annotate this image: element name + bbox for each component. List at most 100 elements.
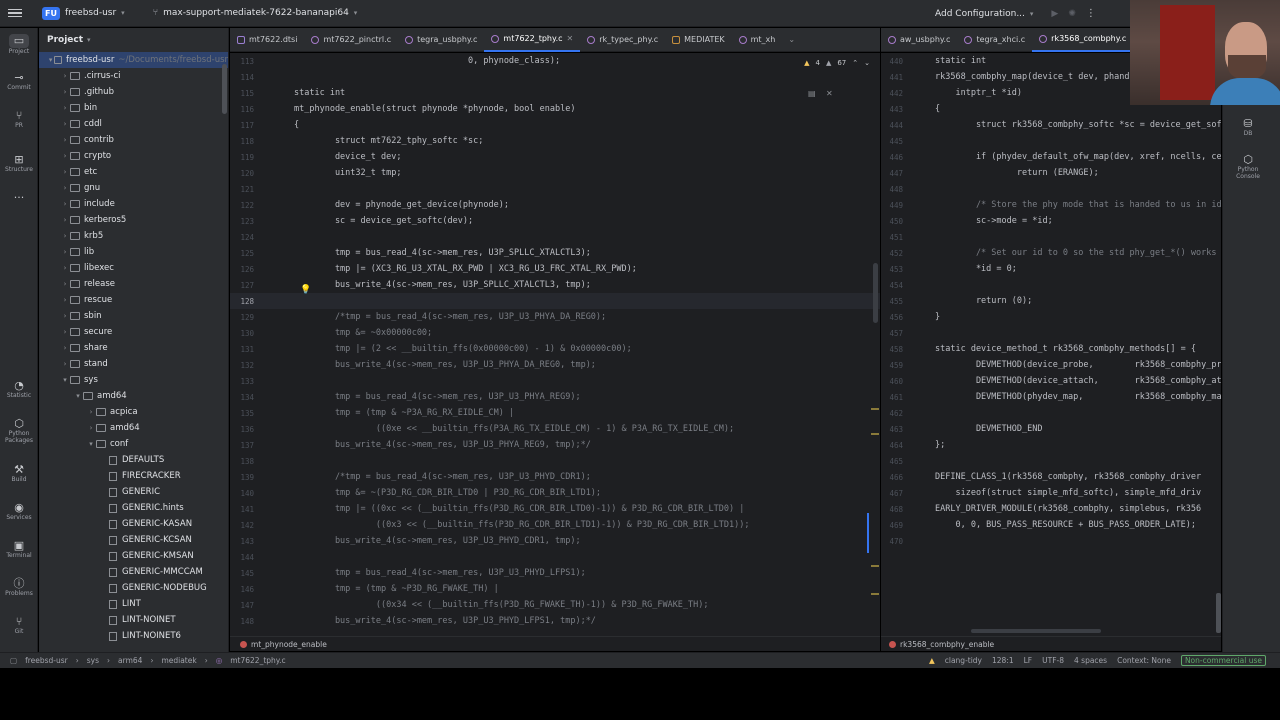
line-number[interactable]: 119 <box>230 153 254 162</box>
file-encoding[interactable]: UTF-8 <box>1042 656 1064 665</box>
code-line[interactable]: 130 tmp &= ~0x00000c00; <box>230 325 880 341</box>
warning-icon[interactable]: ▲ <box>929 656 935 665</box>
line-number[interactable]: 148 <box>230 617 254 626</box>
line-number[interactable]: 117 <box>230 121 254 130</box>
code-line[interactable]: 134 tmp = bus_read_4(sc->mem_res, U3P_U3… <box>230 389 880 405</box>
breadcrumb-function[interactable]: rk3568_combphy_enable <box>900 640 994 649</box>
line-number[interactable]: 457 <box>881 329 903 338</box>
code-line[interactable]: 135 tmp = (tmp & ~P3A_RG_RX_EIDLE_CM) | <box>230 405 880 421</box>
git-tool-button[interactable]: ⑂ Git <box>0 616 38 636</box>
line-number[interactable]: 442 <box>881 89 903 98</box>
tree-item[interactable]: › cddl <box>39 116 228 132</box>
code-line[interactable]: 451 <box>881 229 1221 245</box>
problems-tool-button[interactable]: ⓘ Problems <box>0 578 38 598</box>
python-packages-tool-button[interactable]: ⬡ Python Packages <box>0 418 38 445</box>
line-number[interactable]: 134 <box>230 393 254 402</box>
chevron-up-icon[interactable]: ⌃ <box>852 59 858 67</box>
code-line[interactable]: 125 tmp = bus_read_4(sc->mem_res, U3P_SP… <box>230 245 880 261</box>
line-number[interactable]: 115 <box>230 89 254 98</box>
line-number[interactable]: 454 <box>881 281 903 290</box>
line-number[interactable]: 443 <box>881 105 903 114</box>
services-tool-button[interactable]: ◉ Services <box>0 502 38 522</box>
build-tool-button[interactable]: ⚒ Build <box>0 464 38 484</box>
database-tool-button[interactable]: ⛁ DB <box>1223 117 1273 137</box>
code-line[interactable]: 457 <box>881 325 1221 341</box>
line-number[interactable]: 137 <box>230 441 254 450</box>
tree-item[interactable]: › acpica <box>39 404 228 420</box>
tree-item[interactable]: GENERIC-NODEBUG <box>39 580 228 596</box>
code-line[interactable]: 119 device_t dev; <box>230 149 880 165</box>
line-number[interactable]: 462 <box>881 409 903 418</box>
code-editor-right[interactable]: 440 static int 441 rk3568_combphy_map(devic… <box>881 53 1221 636</box>
tree-item[interactable]: LINT <box>39 596 228 612</box>
line-separator[interactable]: LF <box>1024 656 1033 665</box>
editor-tab[interactable]: MEDIATEK <box>665 28 732 52</box>
line-number[interactable]: 133 <box>230 377 254 386</box>
line-number[interactable]: 139 <box>230 473 254 482</box>
line-number[interactable]: 146 <box>230 585 254 594</box>
tree-item[interactable]: ▾ amd64 <box>39 388 228 404</box>
code-line[interactable]: 144 <box>230 549 880 565</box>
tree-item[interactable]: › krb5 <box>39 228 228 244</box>
tree-item[interactable]: › .github <box>39 84 228 100</box>
tree-item[interactable]: › include <box>39 196 228 212</box>
code-line[interactable]: 461 DEVMETHOD(phydev_map, rk3568_combphy… <box>881 389 1221 405</box>
breadcrumb-function[interactable]: mt_phynode_enable <box>251 640 327 649</box>
tree-item[interactable]: › libexec <box>39 260 228 276</box>
tree-item[interactable]: › release <box>39 276 228 292</box>
line-number[interactable]: 469 <box>881 521 903 530</box>
code-line[interactable]: 452 /* Set our id to 0 so the std phy_ge… <box>881 245 1221 261</box>
line-number[interactable]: 463 <box>881 425 903 434</box>
code-line[interactable]: 143 bus_write_4(sc->mem_res, U3P_U3_PHYD… <box>230 533 880 549</box>
tree-item[interactable]: › etc <box>39 164 228 180</box>
code-line[interactable]: 448 <box>881 181 1221 197</box>
editor-tab[interactable]: mt7622_tphy.c ✕ <box>484 28 581 52</box>
line-number[interactable]: 452 <box>881 249 903 258</box>
code-line[interactable]: 136 ((0xe << __builtin_ffs(P3A_RG_TX_EID… <box>230 421 880 437</box>
code-line[interactable]: 463 DEVMETHOD_END <box>881 421 1221 437</box>
tree-item[interactable]: ▾ conf <box>39 436 228 452</box>
statistic-tool-button[interactable]: ◔ Statistic <box>0 380 38 400</box>
nav-path-item[interactable]: mediatek <box>161 656 196 665</box>
code-line[interactable]: 120 uint32_t tmp; <box>230 165 880 181</box>
tree-item[interactable]: GENERIC-KASAN <box>39 516 228 532</box>
nav-path-item[interactable]: sys <box>87 656 99 665</box>
editor-breadcrumb-left[interactable]: mt_phynode_enable <box>230 636 880 651</box>
code-line[interactable]: 466 DEFINE_CLASS_1(rk3568_combphy, rk3568… <box>881 469 1221 485</box>
code-line[interactable]: 148 bus_write_4(sc->mem_res, U3P_U3_PHYD… <box>230 613 880 629</box>
structure-tool-button[interactable]: ⊞ Structure <box>0 154 38 174</box>
tree-item[interactable]: › gnu <box>39 180 228 196</box>
tree-item[interactable]: › share <box>39 340 228 356</box>
linter-status[interactable]: clang-tidy <box>945 656 982 665</box>
line-number[interactable]: 440 <box>881 57 903 66</box>
line-number[interactable]: 445 <box>881 137 903 146</box>
line-number[interactable]: 129 <box>230 313 254 322</box>
tabs-overflow-icon[interactable]: ⌄ <box>782 35 801 44</box>
line-number[interactable]: 465 <box>881 457 903 466</box>
line-number[interactable]: 458 <box>881 345 903 354</box>
line-number[interactable]: 116 <box>230 105 254 114</box>
line-number[interactable]: 132 <box>230 361 254 370</box>
line-number[interactable]: 459 <box>881 361 903 370</box>
line-number[interactable]: 135 <box>230 409 254 418</box>
line-number[interactable]: 455 <box>881 297 903 306</box>
run-configuration-selector[interactable]: Add Configuration... ▾ <box>935 9 1033 19</box>
pr-tool-button[interactable]: ⑂ PR <box>0 110 38 130</box>
nav-path-item[interactable]: freebsd-usr <box>25 656 68 665</box>
nav-path-item[interactable]: arm64 <box>118 656 142 665</box>
code-line[interactable]: 137 bus_write_4(sc->mem_res, U3P_U3_PHYA… <box>230 437 880 453</box>
line-number[interactable]: 447 <box>881 169 903 178</box>
code-line[interactable]: 145 tmp = bus_read_4(sc->mem_res, U3P_U3… <box>230 565 880 581</box>
tree-item[interactable]: › rescue <box>39 292 228 308</box>
line-number[interactable]: 451 <box>881 233 903 242</box>
code-line[interactable]: 469 0, 0, BUS_PASS_RESOURCE + BUS_PASS_O… <box>881 517 1221 533</box>
code-line[interactable]: 140 tmp &= ~(P3D_RG_CDR_BIR_LTD0 | P3D_R… <box>230 485 880 501</box>
line-number[interactable]: 114 <box>230 73 254 82</box>
code-line[interactable]: 121 <box>230 181 880 197</box>
editor-tab[interactable]: tegra_xhci.c <box>957 28 1032 52</box>
editor-scrollbar[interactable] <box>873 263 878 323</box>
line-number[interactable]: 450 <box>881 217 903 226</box>
code-line[interactable]: 129 /*tmp = bus_read_4(sc->mem_res, U3P_… <box>230 309 880 325</box>
code-line[interactable]: 453 *id = 0; <box>881 261 1221 277</box>
code-line[interactable]: 456} <box>881 309 1221 325</box>
